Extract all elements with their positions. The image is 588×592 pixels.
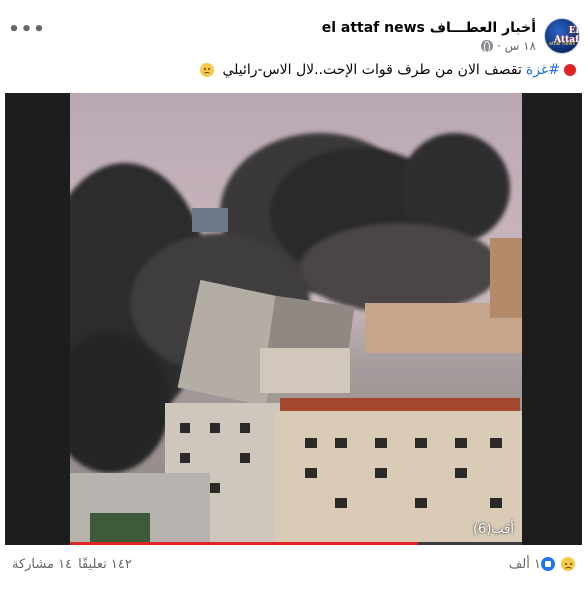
avatar[interactable]: El Attaf attaf news: [544, 18, 580, 54]
building-window: [180, 423, 190, 433]
react-like-icon: [540, 556, 556, 572]
more-icon: •••: [8, 18, 46, 40]
reactions-count: ١ ألف: [508, 556, 541, 572]
building-window: [490, 438, 502, 448]
page-name[interactable]: أخبار العطـــاف el attaf news: [322, 20, 536, 36]
building-window: [180, 453, 190, 463]
video-watermark: أقب(6): [472, 522, 514, 537]
building-window: [305, 438, 317, 448]
building-window: [415, 438, 427, 448]
react-sad-icon: [560, 556, 576, 572]
time-separator: ·: [496, 38, 501, 53]
distant-tower: [192, 208, 228, 232]
globe-icon: [480, 39, 493, 53]
reactions-summary[interactable]: ١ ألف: [509, 556, 576, 572]
comments-count[interactable]: ١٤٢ تعليقًا: [78, 557, 132, 572]
building-window: [240, 453, 250, 463]
building-window: [335, 498, 347, 508]
post-footer: ١٤٢ تعليقًا ١٤ مشاركة ١ ألف: [12, 552, 576, 576]
avatar-logo-subtext: attaf news: [548, 41, 576, 47]
more-options-button[interactable]: •••: [8, 18, 45, 40]
building-window: [415, 498, 427, 508]
engagement-counts: ١٤٢ تعليقًا ١٤ مشاركة: [12, 557, 132, 572]
post-header: El Attaf attaf news أخبار العطـــاف el a…: [10, 10, 580, 62]
post-body-text: تقصف الان من طرف قوات الإحت..لال الاس-را…: [222, 62, 522, 78]
time-row: ١٨ س ·: [322, 39, 536, 53]
building-window: [210, 423, 220, 433]
emoji-sad-icon: [200, 63, 215, 77]
video-progress-fill: [70, 542, 419, 545]
post-video[interactable]: أقب(6): [5, 93, 582, 545]
red-dot-icon: [564, 64, 576, 76]
building-window: [335, 438, 347, 448]
right-building-2: [490, 238, 522, 318]
post-text: #غزة تقصف الان من طرف قوات الإحت..لال ال…: [12, 62, 576, 78]
building-window: [455, 468, 467, 478]
smoke-cloud: [300, 223, 500, 313]
building-window: [305, 468, 317, 478]
video-frame[interactable]: أقب(6): [70, 93, 522, 545]
building-window: [375, 438, 387, 448]
post-meta: أخبار العطـــاف el attaf news ١٨ س ·: [322, 20, 536, 53]
building-window: [490, 498, 502, 508]
hashtag-link[interactable]: #غزة: [526, 62, 560, 78]
building-window: [375, 468, 387, 478]
post-time[interactable]: ١٨ س: [505, 39, 536, 53]
building-window: [240, 423, 250, 433]
shares-count[interactable]: ١٤ مشاركة: [12, 557, 72, 572]
building-window: [210, 483, 220, 493]
video-progress-bar[interactable]: [70, 542, 522, 545]
post-card: El Attaf attaf news أخبار العطـــاف el a…: [0, 0, 588, 592]
building-window: [455, 438, 467, 448]
trees: [90, 513, 150, 545]
mid-building: [260, 348, 350, 393]
